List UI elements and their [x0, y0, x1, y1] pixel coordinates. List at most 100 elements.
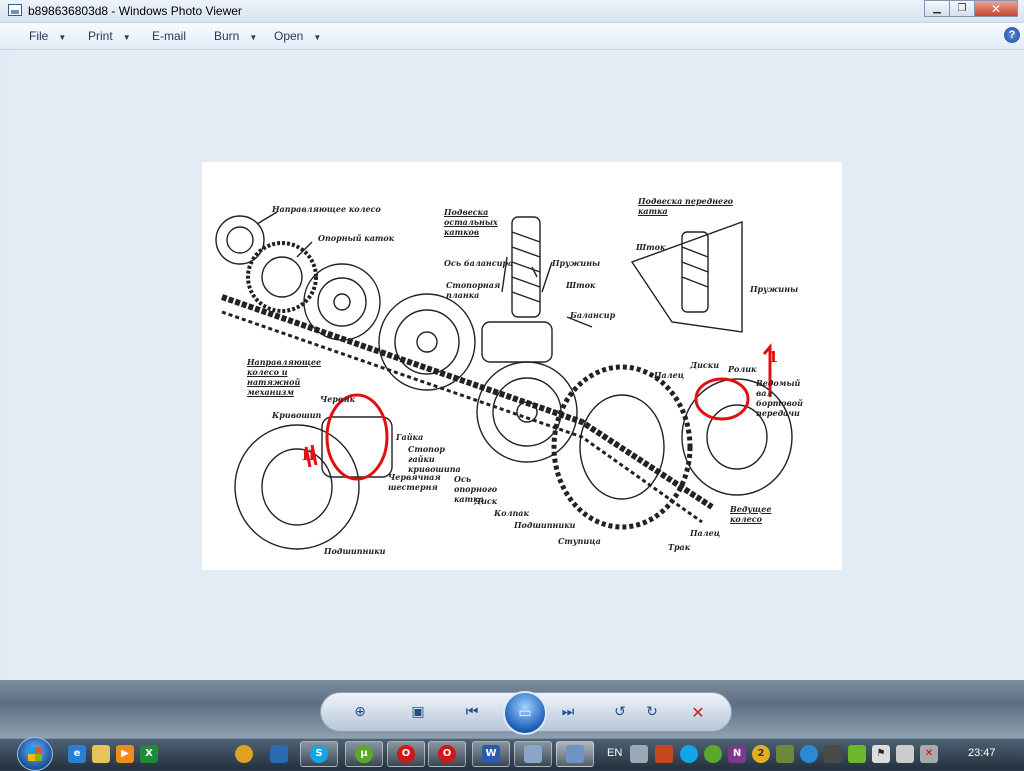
red-mark-1: 1 — [768, 348, 779, 366]
label-cap: Колпак — [494, 508, 529, 518]
menu-print[interactable]: Print ▼ — [88, 29, 131, 43]
playback-controls: ⊕ ▣ ⏮ ▭ ⏭ ↺ ↻ ✕ — [320, 691, 732, 735]
label-worm: Червяк — [320, 394, 356, 404]
window-icon — [524, 745, 542, 763]
menu-burn-label: Burn — [214, 29, 240, 43]
label-nut: Гайка — [396, 432, 424, 442]
photo-viewer-icon — [8, 4, 22, 16]
taskbar-skype[interactable]: S — [300, 741, 338, 767]
rotate-ccw-icon[interactable]: ↺ — [609, 701, 631, 723]
close-button[interactable]: ✕ — [974, 0, 1018, 17]
onenote-icon[interactable]: N — [728, 745, 746, 763]
opera-icon: O — [397, 745, 415, 763]
menu-email[interactable]: E-mail — [152, 29, 186, 43]
volume-muted-icon[interactable]: ✕ — [920, 745, 938, 763]
taskbar-photo-viewer[interactable] — [556, 741, 594, 767]
word-icon: W — [482, 745, 500, 763]
chrome-icon[interactable] — [235, 745, 253, 763]
opera-icon: O — [438, 745, 456, 763]
label-crank-nut-stop: Стопор гайки кривошипа — [408, 444, 461, 474]
chevron-down-icon: ▼ — [249, 33, 258, 42]
skype-icon: S — [310, 745, 328, 763]
label-other-suspension: Подвеска остальных катков — [444, 207, 498, 237]
window-title: b898636803d8 - Windows Photo Viewer — [28, 4, 242, 18]
label-idler-wheel: Направляющее колесо — [272, 204, 381, 214]
label-balancer-axle: Ось балансира — [444, 258, 514, 268]
keyboard-icon[interactable] — [630, 745, 648, 763]
actual-size-icon[interactable]: ▣ — [407, 701, 429, 723]
zoom-icon[interactable]: ⊕ — [349, 701, 371, 723]
label-crank: Кривошип — [272, 410, 322, 420]
speaker-icon[interactable] — [655, 745, 673, 763]
menu-burn[interactable]: Burn ▼ — [214, 29, 257, 43]
taskbar-opera-1[interactable]: O — [387, 741, 425, 767]
photo-viewer-icon — [566, 745, 584, 763]
menu-file-label: File — [29, 29, 49, 43]
firefox-icon[interactable] — [270, 745, 288, 763]
label-disks: Диски — [690, 360, 720, 370]
label-driven-shaft: Ведомый вал бортовой передачи — [756, 378, 803, 418]
chevron-down-icon: ▼ — [58, 33, 67, 42]
menu-open[interactable]: Open ▼ — [274, 29, 321, 43]
menu-open-label: Open — [274, 29, 304, 43]
excel-icon[interactable]: X — [140, 745, 158, 763]
red-mark-2: II — [302, 448, 316, 464]
label-pin-2: Палец — [690, 528, 721, 538]
label-hub: Ступица — [558, 536, 601, 546]
skype-tray-icon[interactable] — [680, 745, 698, 763]
chevron-down-icon: ▼ — [313, 33, 322, 42]
taskbar-word[interactable]: W — [472, 741, 510, 767]
label-bearings: Подшипники — [514, 520, 576, 530]
nvidia-icon[interactable] — [848, 745, 866, 763]
utorrent-icon: µ — [355, 745, 373, 763]
title-bar[interactable]: b898636803d8 - Windows Photo Viewer ▁ ❐ … — [0, 0, 1024, 23]
minimize-button[interactable]: ▁ — [924, 0, 950, 17]
chevron-down-icon: ▼ — [122, 33, 131, 42]
taskbar-utorrent[interactable]: µ — [345, 741, 383, 767]
menu-print-label: Print — [88, 29, 113, 43]
next-icon[interactable]: ⏭ — [557, 701, 579, 723]
explorer-folder-icon[interactable] — [92, 745, 110, 763]
maximize-button[interactable]: ❐ — [949, 0, 975, 17]
gear-icon[interactable] — [824, 745, 842, 763]
label-worm-gear: Червячная шестерня — [388, 472, 441, 492]
label-drive-sprocket: Ведущее колесо — [730, 504, 772, 524]
network-icon[interactable] — [800, 745, 818, 763]
internet-explorer-icon[interactable]: e — [68, 745, 86, 763]
utorrent-tray-icon[interactable] — [704, 745, 722, 763]
help-icon[interactable]: ? — [1004, 27, 1020, 43]
flag-icon[interactable]: ⚑ — [872, 745, 890, 763]
media-player-icon[interactable]: ▶ — [116, 745, 134, 763]
label-rod: Шток — [566, 280, 596, 290]
security-icon[interactable] — [776, 745, 794, 763]
previous-icon[interactable]: ⏮ — [461, 701, 483, 723]
label-disk: Диск — [474, 496, 498, 506]
label-idler-mechanism: Направляющее колесо и натяжной механизм — [247, 357, 322, 397]
rotate-cw-icon[interactable]: ↻ — [641, 701, 663, 723]
label-rod-2: Шток — [636, 242, 666, 252]
photo-viewer-window: b898636803d8 - Windows Photo Viewer ▁ ❐ … — [0, 0, 1024, 738]
label-springs-2: Пружины — [750, 284, 799, 294]
delete-icon[interactable]: ✕ — [687, 701, 709, 723]
notification-badge-icon[interactable]: 2 — [752, 745, 770, 763]
clock[interactable]: 23:47 — [968, 747, 996, 759]
taskbar-window[interactable] — [514, 741, 552, 767]
label-pin: Палец — [654, 370, 685, 380]
display-icon[interactable] — [896, 745, 914, 763]
taskbar: e ▶ X S µ O O W EN N 2 ⚑ ✕ 23:47 — [0, 737, 1024, 771]
slideshow-button[interactable]: ▭ — [503, 691, 547, 735]
label-balancer: Балансир — [570, 310, 616, 320]
label-track-link: Трак — [668, 542, 691, 552]
taskbar-opera-2[interactable]: O — [428, 741, 466, 767]
window-buttons: ▁ ❐ ✕ — [924, 0, 1018, 18]
start-button[interactable] — [17, 737, 53, 771]
label-lock-plate: Стопорная планка — [446, 280, 501, 300]
menu-file[interactable]: File ▼ — [29, 29, 66, 43]
language-indicator[interactable]: EN — [607, 747, 622, 759]
displayed-photo: Направляющее колесо Опорный каток Подвес… — [202, 162, 842, 570]
menu-bar: File ▼ Print ▼ E-mail Burn ▼ Open ▼ ? — [0, 23, 1024, 50]
label-springs: Пружины — [552, 258, 601, 268]
label-road-wheel: Опорный каток — [318, 233, 395, 243]
menu-email-label: E-mail — [152, 29, 187, 43]
label-bearings-2: Подшипники — [324, 546, 386, 556]
